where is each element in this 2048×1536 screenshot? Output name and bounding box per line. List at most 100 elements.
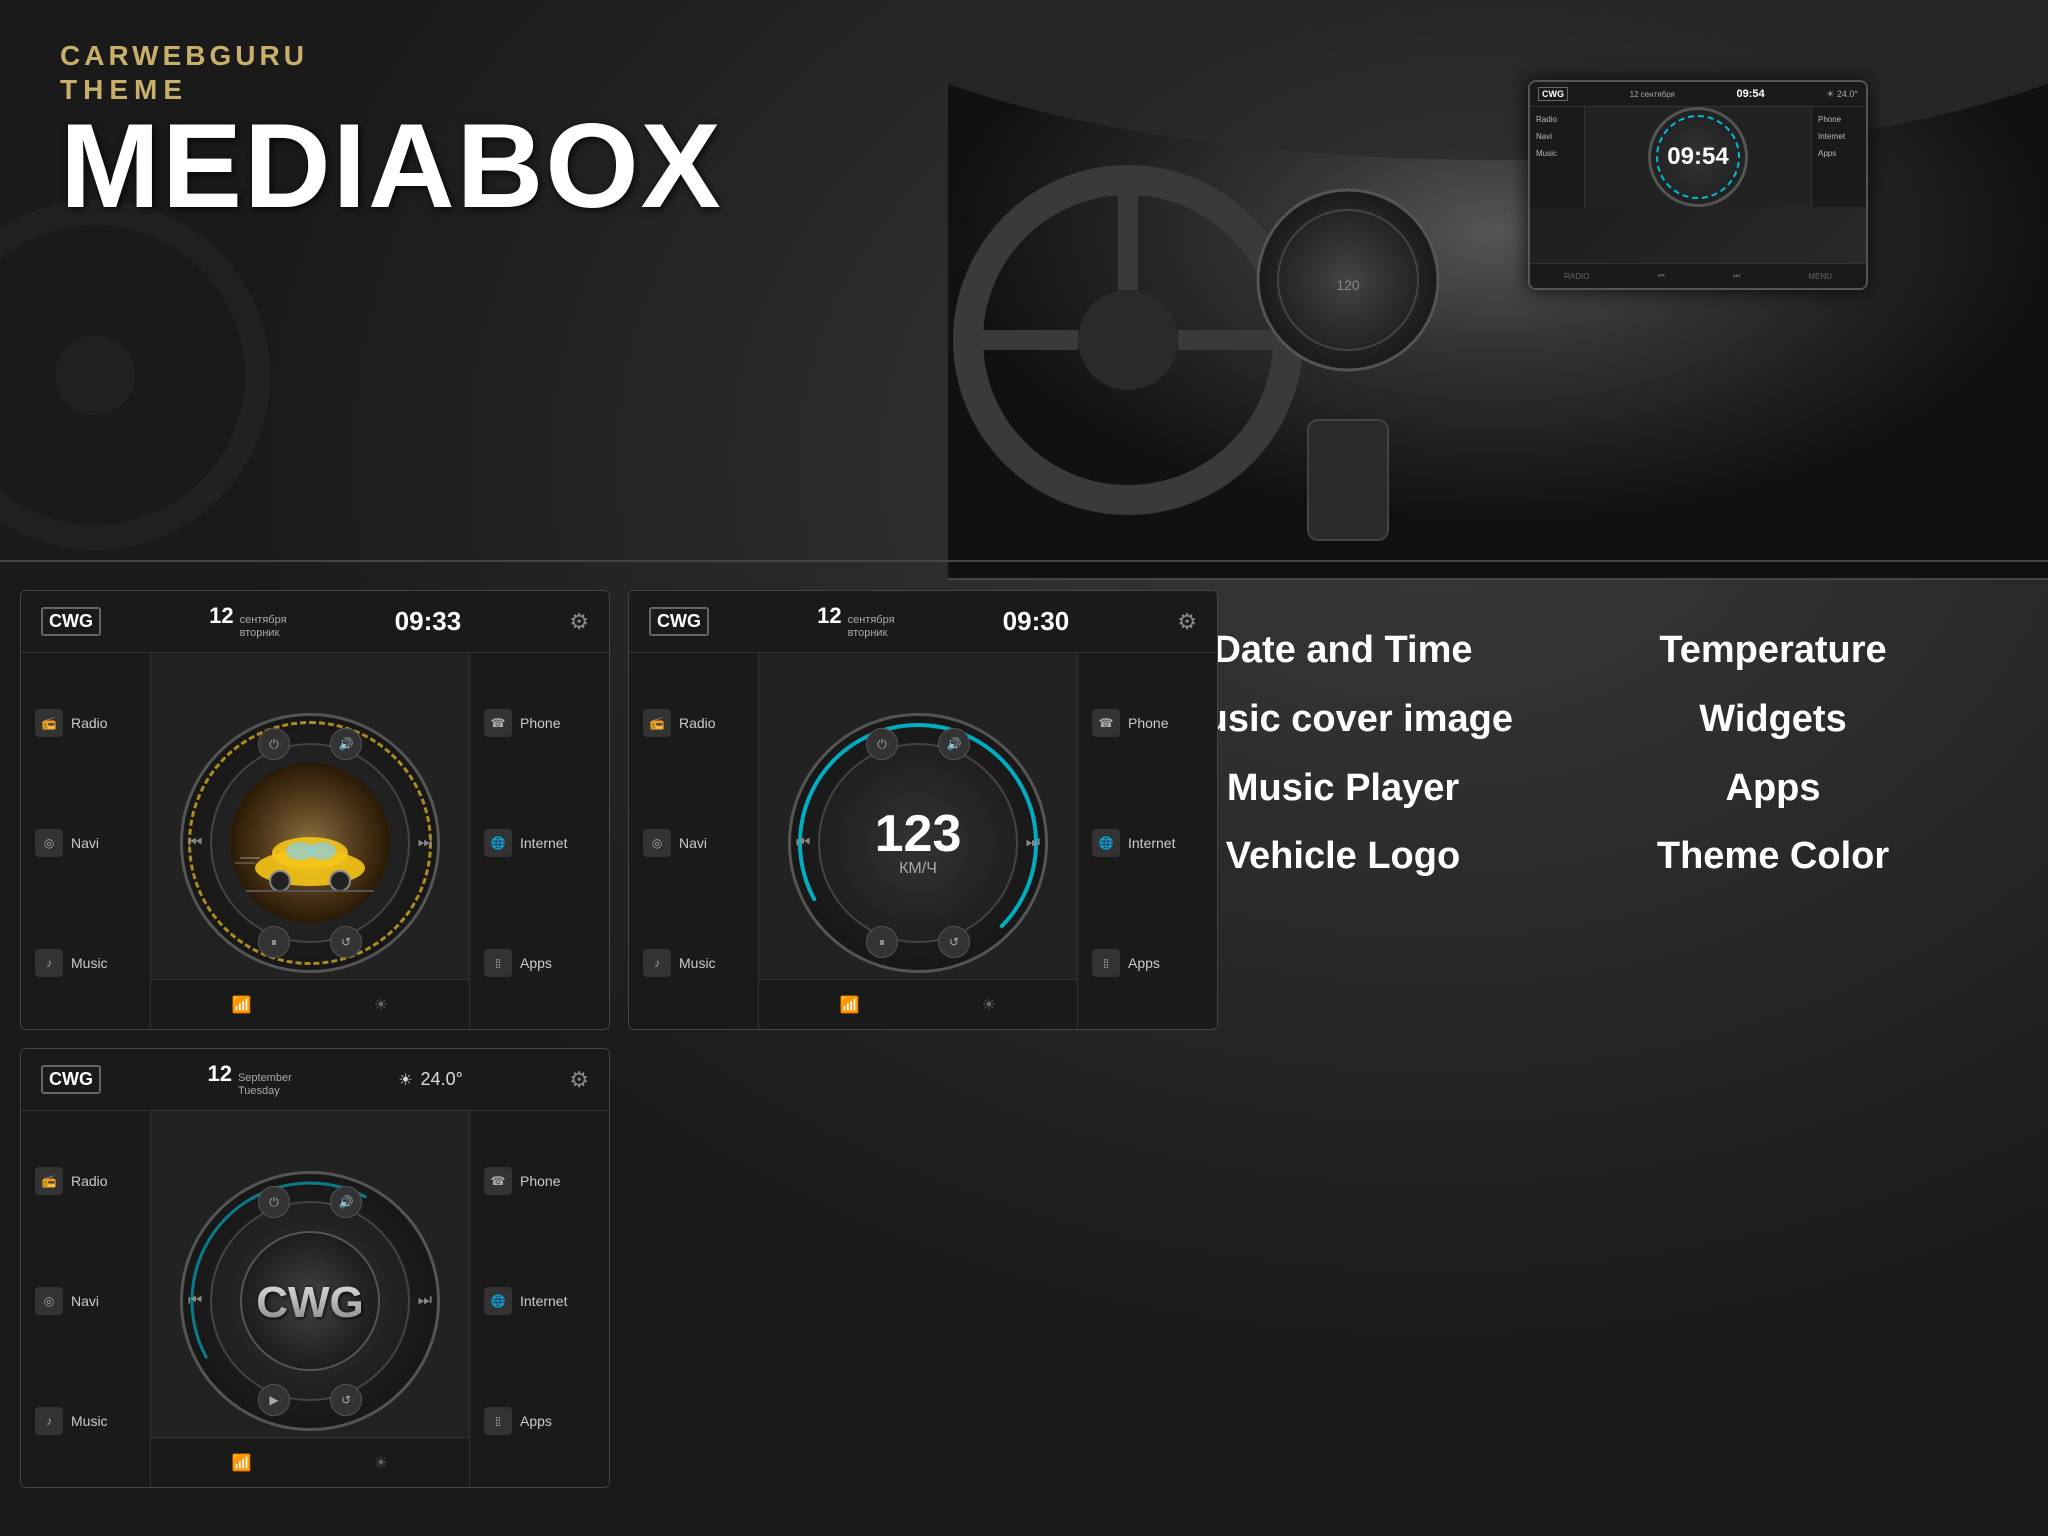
screen3-date-num: 12 xyxy=(207,1061,231,1087)
screen3-date-line1: September xyxy=(238,1072,292,1085)
screen2-dial-inner: 123 КМ/Ч xyxy=(818,743,1018,943)
cwg-logo-svg: CWG xyxy=(250,1271,370,1331)
screen2-nav-radio[interactable]: 📻 Radio xyxy=(629,701,758,745)
screen2-prev-btn[interactable]: ⏮ xyxy=(796,834,810,852)
screen3-body: 📻 Radio ◎ Navi ♪ Music xyxy=(21,1111,609,1488)
screen1-album-svg xyxy=(230,763,390,923)
screen3-nav-radio[interactable]: 📻 Radio xyxy=(21,1159,150,1203)
screen3-volume-btn[interactable]: 🔊 xyxy=(330,1186,362,1218)
svg-text:CWG: CWG xyxy=(256,1278,364,1327)
screen3-date: 12 September Tuesday xyxy=(207,1061,291,1098)
screen2-date-line2: вторник xyxy=(848,627,895,640)
product-title: MEDIABOX xyxy=(60,106,723,226)
screen2-time: 09:30 xyxy=(1003,606,1070,637)
screen1-nav-phone[interactable]: ☎ Phone xyxy=(470,701,609,745)
screen3-apps-icon: ⣿ xyxy=(484,1407,512,1435)
screen2-radio-icon: 📻 xyxy=(643,709,671,737)
screen3-prev-btn[interactable]: ⏮ xyxy=(188,1292,202,1310)
screen2-dial-bottom-controls: ⏸ ↺ xyxy=(866,926,970,958)
screen1-dial: ⏻ 🔊 ⏸ ↺ ⏮ ⏭ xyxy=(180,713,440,973)
screen2-volume-btn[interactable]: 🔊 xyxy=(938,728,970,760)
header-area: CARWEBGURU THEME MEDIABOX xyxy=(60,40,723,226)
screen1-internet-icon: 🌐 xyxy=(484,829,512,857)
car-embedded-screen: CWG 12 сентября 09:54 ☀ 24.0° Radio Navi… xyxy=(1528,80,1868,290)
screen3-temp: 24.0° xyxy=(421,1069,463,1090)
screen1-nav-internet[interactable]: 🌐 Internet xyxy=(470,821,609,865)
screen3-next-icon: ⏭ xyxy=(418,1292,432,1310)
car-dashboard: 120 CWG 12 сентября 09:54 ☀ 24.0° xyxy=(948,0,2048,578)
screen1-phone-icon: ☎ xyxy=(484,709,512,737)
screen2-date-line1: сентября xyxy=(848,614,895,627)
screen1-nav-music[interactable]: ♪ Music xyxy=(21,941,150,985)
screen2-nav-music[interactable]: ♪ Music xyxy=(629,941,758,985)
screen1-time: 09:33 xyxy=(395,606,462,637)
screen1-center: ⏻ 🔊 ⏸ ↺ ⏮ ⏭ xyxy=(151,653,469,1030)
screens-grid: CWG 12 сентября вторник 09:33 ⚙ 📻 Radio … xyxy=(20,590,1200,1488)
screen1-prev-btn[interactable]: ⏮ xyxy=(188,834,202,852)
main-divider xyxy=(0,560,2048,562)
screen1-power-btn[interactable]: ⏻ xyxy=(258,728,290,760)
screen3-gear-icon[interactable]: ⚙ xyxy=(569,1067,589,1093)
screen3-navi-icon: ◎ xyxy=(35,1287,63,1315)
screen2-next-btn[interactable]: ⏭ xyxy=(1026,834,1040,852)
car-screen-date: 12 сентября xyxy=(1630,90,1675,99)
screen1-date-line2: вторник xyxy=(240,627,287,640)
screen2-logo: CWG xyxy=(649,607,709,636)
screen1-brightness-icon: ☀ xyxy=(374,995,388,1015)
screen3-logo: CWG xyxy=(41,1065,101,1094)
screen1-repeat-btn[interactable]: ↺ xyxy=(330,926,362,958)
screen2-dial: ⏻ 🔊 ⏸ ↺ ⏮ ⏭ 123 xyxy=(788,713,1048,973)
screen2-center: ⏻ 🔊 ⏸ ↺ ⏮ ⏭ 123 xyxy=(759,653,1077,1030)
screen3-music-icon: ♪ xyxy=(35,1407,63,1435)
screen1-music-icon: ♪ xyxy=(35,949,63,977)
screen3-nav-apps[interactable]: ⣿ Apps xyxy=(470,1399,609,1443)
screen3-power-btn[interactable]: ⏻ xyxy=(258,1186,290,1218)
brand-name: CARWEBGURU xyxy=(60,40,723,72)
screen3-dial: ⏻ 🔊 ▶ ↺ ⏮ ⏭ xyxy=(180,1171,440,1431)
screen1-radio-icon: 📻 xyxy=(35,709,63,737)
speed-unit: КМ/Ч xyxy=(899,860,937,878)
screen3-next-btn[interactable]: ⏭ xyxy=(418,1292,432,1310)
feature-music-player: Music Player xyxy=(1168,758,1518,819)
screen1-logo: CWG xyxy=(41,607,101,636)
screen1-body: 📻 Radio ◎ Navi ♪ Music xyxy=(21,653,609,1030)
screen3-date-line2: Tuesday xyxy=(238,1085,292,1098)
screen3-phone-icon: ☎ xyxy=(484,1167,512,1195)
screen1-nav-navi[interactable]: ◎ Navi xyxy=(21,821,150,865)
screen2-gear-icon[interactable]: ⚙ xyxy=(1177,609,1197,635)
screen1-gear-icon[interactable]: ⚙ xyxy=(569,609,589,635)
screen1-volume-btn[interactable]: 🔊 xyxy=(330,728,362,760)
screen1-next-btn[interactable]: ⏭ xyxy=(418,834,432,852)
screen2-date: 12 сентября вторник xyxy=(817,603,894,640)
screen1-date-num: 12 xyxy=(209,603,233,629)
screen1-header: CWG 12 сентября вторник 09:33 ⚙ xyxy=(21,591,609,653)
screen1-pause-btn[interactable]: ⏸ xyxy=(258,926,290,958)
screen-speed: CWG 12 сентября вторник 09:30 ⚙ 📻 Radio … xyxy=(628,590,1218,1030)
feature-vehicle-logo: Vehicle Logo xyxy=(1168,826,1518,887)
speed-display: 123 КМ/Ч xyxy=(875,808,962,878)
screen3-nav-music[interactable]: ♪ Music xyxy=(21,1399,150,1443)
screen2-nav-apps[interactable]: ⣿ Apps xyxy=(1078,941,1217,985)
screen1-date: 12 сентября вторник xyxy=(209,603,286,640)
screen1-nav-radio[interactable]: 📻 Radio xyxy=(21,701,150,745)
screen2-nav-phone[interactable]: ☎ Phone xyxy=(1078,701,1217,745)
screen1-navi-icon: ◎ xyxy=(35,829,63,857)
screen3-repeat-btn[interactable]: ↺ xyxy=(330,1384,362,1416)
screen3-nav-phone[interactable]: ☎ Phone xyxy=(470,1159,609,1203)
screen3-dial-top-controls: ⏻ 🔊 xyxy=(258,1186,362,1218)
screen2-brightness-icon: ☀ xyxy=(982,995,996,1015)
screen2-pause-btn[interactable]: ⏸ xyxy=(866,926,898,958)
feature-date-time: Date and Time xyxy=(1168,620,1518,681)
dashboard-svg: 120 xyxy=(948,0,2048,580)
screen2-power-btn[interactable]: ⏻ xyxy=(866,728,898,760)
speed-value: 123 xyxy=(875,808,962,860)
feature-widgets: Widgets xyxy=(1598,689,1948,750)
screen3-footer: 📶 ☀ xyxy=(151,1437,469,1487)
screen1-nav-apps[interactable]: ⣿ Apps xyxy=(470,941,609,985)
steering-hub xyxy=(55,335,135,415)
screen2-repeat-btn[interactable]: ↺ xyxy=(938,926,970,958)
feature-col-right: Temperature Widgets Apps Theme Color xyxy=(1598,620,1948,887)
feature-temperature: Temperature xyxy=(1598,620,1948,681)
screen3-prev-icon: ⏮ xyxy=(188,1292,202,1310)
screen3-play-btn[interactable]: ▶ xyxy=(258,1384,290,1416)
